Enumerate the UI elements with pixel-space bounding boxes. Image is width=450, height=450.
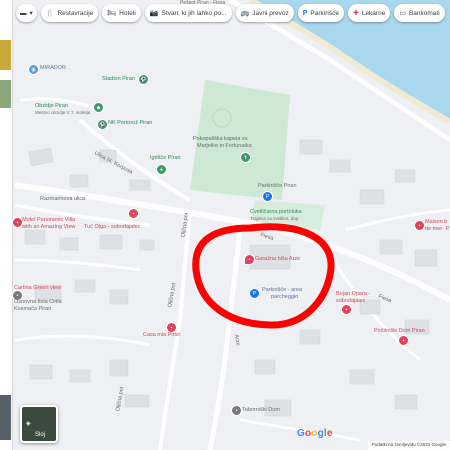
place-sublabel-maison: de mer- P <box>425 226 450 232</box>
chip-pharmacies[interactable]: ✚ Lekarne <box>347 4 391 22</box>
layers-menu-button[interactable]: ▬ ▾ <box>16 4 37 22</box>
chip-parking[interactable]: P Parkirišče <box>297 4 344 22</box>
place-label-mirador[interactable]: MIRADOR <box>40 65 66 71</box>
sports-pin-icon[interactable]: ⚽ <box>97 119 108 130</box>
place-sublabel-bojan: sobodajalec <box>336 298 366 304</box>
place-label-parkirisce-2[interactable]: Parkirišče - area <box>262 287 302 293</box>
atm-icon: ▭ <box>399 10 406 17</box>
bed-icon: 🛏 <box>107 10 117 17</box>
place-label-tuc[interactable]: Tuč Olga - sobodajalec <box>84 224 140 230</box>
chip-transit[interactable]: 🚌 Javni prevoz <box>235 4 294 22</box>
map-attribution[interactable]: Podatki na zemljevidu ©2023 Google <box>367 441 450 450</box>
place-label-garaza[interactable]: Garažna hiša Arze <box>255 256 300 262</box>
playground-pin-icon[interactable]: ● <box>156 164 167 175</box>
place-label-tabor[interactable]: Taborniški Dom <box>242 407 280 413</box>
chip-things-to-do[interactable]: 📷 Stvari, ki jih lahko po... <box>144 4 232 22</box>
place-label-nk[interactable]: NK Portorož Piran <box>108 120 152 126</box>
viewpoint-pin-icon[interactable]: ◉ <box>28 64 39 75</box>
category-toolbar: ▬ ▾ 🍴 Restavracije 🛏 Hoteli 📷 Stvari, ki… <box>16 3 445 23</box>
layers-icon: ◈ <box>26 421 31 427</box>
thumbnail-image[interactable] <box>0 395 11 440</box>
thumbnail-image[interactable] <box>0 80 11 108</box>
chip-restaurants[interactable]: 🍴 Restavracije <box>40 4 99 22</box>
layers-label: Sloj <box>35 432 46 438</box>
place-label-oljcni[interactable]: Cvetličarna portoluka <box>250 209 302 215</box>
place-sublabel-motel: with an Amazing View <box>22 224 76 230</box>
place-label-maison[interactable]: Maison b <box>425 219 447 225</box>
chip-label: Hoteli <box>119 9 136 17</box>
parking-icon: P <box>302 9 308 17</box>
place-label-sola[interactable]: Osnovna šola Cirila <box>14 299 62 305</box>
camera-icon: 📷 <box>149 10 159 17</box>
stadium-pin-icon[interactable]: ⚽ <box>138 74 149 85</box>
place-label-obzidje[interactable]: Obzidje Piran <box>35 103 68 109</box>
place-sublabel-obzidje: Mestno obzidje iz 7. stoletja <box>35 110 91 115</box>
chip-label: Bankomati <box>408 9 440 17</box>
place-label-stadion[interactable]: Stadion Piran <box>102 76 135 82</box>
place-label-casa[interactable]: Casa mia Piran <box>143 332 181 338</box>
hotel-pin-icon[interactable]: ▪ <box>414 220 425 231</box>
place-label-parkirisce-1[interactable]: Parkirišče Piran <box>258 183 297 189</box>
place-label-kapela[interactable]: Pokopališka kapela sv. <box>193 136 249 142</box>
google-logo: Google <box>297 428 333 439</box>
chip-label: Stvari, ki jih lahko po... <box>161 9 227 17</box>
fork-knife-icon: 🍴 <box>45 10 55 17</box>
left-panel-strip <box>0 0 13 450</box>
hotel-pin-icon[interactable]: ▪ <box>128 208 139 219</box>
place-sublabel-sola: Kosmača Piran <box>14 306 52 312</box>
place-label-dom[interactable]: Počitniški Dom Piran <box>374 328 425 334</box>
street-label-razmarinova: Razmarinova ulica <box>40 196 86 202</box>
thumbnail-image[interactable] <box>0 40 11 70</box>
chevron-down-icon: ▾ <box>29 10 33 17</box>
menu-icon: ▬ <box>20 9 27 17</box>
place-label-cartina[interactable]: Cartina Green view <box>14 285 61 291</box>
place-sublabel-oljcni: Trajnica za cvetlice, dop <box>250 216 299 221</box>
hotel-pin-icon[interactable]: ▪ <box>341 304 352 315</box>
chip-label: Javni prevoz <box>252 9 289 17</box>
place-sublabel-parkirisce-2: parcheggio <box>271 294 299 300</box>
bus-icon: 🚌 <box>240 10 250 17</box>
parking-pin-icon[interactable]: P <box>249 288 260 299</box>
place-label-motel[interactable]: Motel Panoramic Villa <box>22 217 75 223</box>
hotel-pin-icon[interactable]: ▪ <box>398 335 409 346</box>
place-pin-icon[interactable]: • <box>231 405 242 416</box>
pharmacy-icon: ✚ <box>352 10 359 17</box>
chip-hotels[interactable]: 🛏 Hoteli <box>102 4 141 22</box>
chip-label: Restavracije <box>57 9 94 17</box>
chip-label: Parkirišče <box>310 9 339 17</box>
place-label-bojan[interactable]: Bojan Opara - <box>336 291 370 297</box>
place-label-kapela-2: Marjetke in Fortunatka <box>197 143 252 149</box>
location-pin-icon[interactable]: • <box>244 254 255 265</box>
place-label-igrisce[interactable]: Igrišče Piran <box>150 155 181 161</box>
layers-toggle-button[interactable]: ◈ Sloj <box>20 405 58 443</box>
chip-label: Lekarne <box>361 9 386 17</box>
chip-atms[interactable]: ▭ Bankomati <box>394 4 445 22</box>
landmark-pin-icon[interactable]: ◆ <box>93 102 104 113</box>
parking-pin-icon[interactable]: P <box>262 191 273 202</box>
church-pin-icon[interactable]: ✝ <box>240 152 251 163</box>
